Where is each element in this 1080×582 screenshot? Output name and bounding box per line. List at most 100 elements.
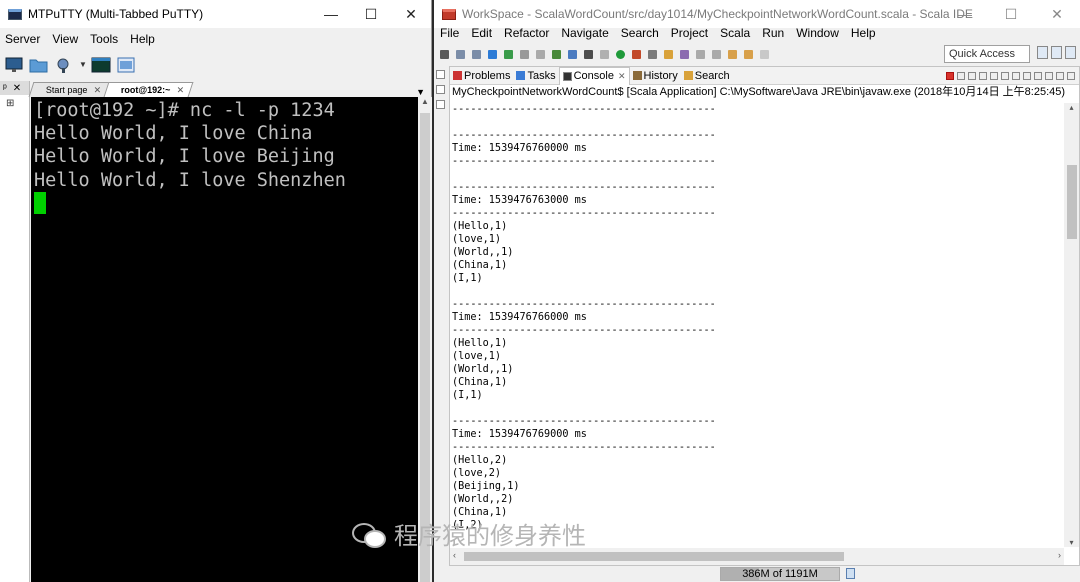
save-icon[interactable]	[456, 49, 465, 59]
forward-icon[interactable]	[760, 49, 769, 59]
tab-tasks[interactable]: Tasks	[513, 67, 558, 85]
terminal-cursor	[34, 191, 46, 214]
scrollbar-thumb[interactable]	[1067, 165, 1077, 239]
menu-file[interactable]: File	[434, 26, 465, 40]
menu-refactor[interactable]: Refactor	[498, 26, 555, 40]
minimize-button[interactable]: —	[311, 0, 351, 28]
display-console-icon[interactable]	[1034, 71, 1042, 80]
new-icon[interactable]	[440, 49, 449, 59]
scroll-up-icon[interactable]: ▴	[1064, 103, 1079, 112]
minimize-view-icon[interactable]	[1056, 71, 1064, 80]
close-button[interactable]: ✕	[391, 0, 431, 28]
console-line: ----------------------------------------…	[452, 182, 716, 193]
tree-expand-icon[interactable]: ⊞	[0, 95, 29, 109]
new-java-project-icon[interactable]	[536, 49, 545, 59]
menu-edit[interactable]: Edit	[465, 26, 498, 40]
menu-help[interactable]: Help	[845, 26, 882, 40]
remove-launch-icon[interactable]	[957, 71, 965, 80]
open-type-icon[interactable]	[648, 49, 657, 59]
new-package-icon[interactable]	[552, 49, 561, 59]
menu-navigate[interactable]: Navigate	[555, 26, 614, 40]
tab-close-icon[interactable]: ✕	[93, 85, 101, 96]
menu-search[interactable]: Search	[615, 26, 665, 40]
console-vertical-scrollbar[interactable]: ▴ ▾	[1064, 103, 1079, 547]
terminate-icon[interactable]	[946, 71, 954, 80]
pin-icon[interactable]: ᵖ	[3, 83, 7, 94]
scroll-left-icon[interactable]: ‹	[453, 550, 456, 560]
scroll-up-icon[interactable]: ▲	[418, 97, 432, 111]
menu-tools[interactable]: Tools	[84, 32, 124, 46]
window-layout-icon[interactable]	[116, 55, 136, 75]
search-icon[interactable]	[664, 49, 673, 59]
putty-titlebar[interactable]: MTPuTTY (Multi-Tabbed PuTTY) — ☐ ✕	[0, 0, 431, 28]
back-icon[interactable]	[744, 49, 753, 59]
open-perspective-icon[interactable]	[1037, 46, 1048, 59]
tab-search[interactable]: Search	[681, 67, 733, 85]
menu-view[interactable]: View	[46, 32, 84, 46]
server-tree-panel: ᵖ ✕ ⊞	[0, 81, 30, 582]
terminal-scrollbar[interactable]: ▲	[418, 97, 432, 582]
external-tools-icon[interactable]	[632, 49, 641, 59]
panel-close-icon[interactable]: ✕	[13, 83, 21, 94]
tab-close-icon[interactable]: ✕	[618, 71, 626, 82]
dropdown-arrow-icon[interactable]: ▼	[79, 60, 87, 70]
tab-list-dropdown-icon[interactable]: ▼	[416, 87, 425, 97]
pin-console-icon[interactable]	[1023, 71, 1031, 80]
menu-window[interactable]: Window	[790, 26, 845, 40]
next-annotation-icon[interactable]	[696, 49, 705, 59]
tab-history[interactable]: History	[630, 67, 681, 85]
clear-console-icon[interactable]	[979, 71, 987, 80]
terminal-window-icon[interactable]	[91, 55, 111, 75]
word-wrap-icon[interactable]	[1001, 71, 1009, 80]
scrollbar-thumb[interactable]	[420, 113, 430, 582]
run-icon[interactable]	[616, 49, 625, 59]
console-line: ----------------------------------------…	[452, 156, 716, 167]
coverage-icon[interactable]	[600, 49, 609, 59]
tab-root-session[interactable]: root@192:~ ✕	[103, 82, 194, 97]
save-all-icon[interactable]	[472, 49, 481, 59]
tab-console[interactable]: Console ✕	[558, 66, 630, 85]
restore-view-icon[interactable]	[436, 70, 445, 79]
garbage-collect-icon[interactable]	[846, 568, 855, 579]
outline-view-icon[interactable]	[436, 100, 445, 109]
terminal-screen[interactable]: [root@192 ~]# nc -l -p 1234 Hello World, …	[31, 97, 418, 582]
scala-perspective-icon[interactable]	[1065, 46, 1076, 59]
scroll-right-icon[interactable]: ›	[1058, 550, 1061, 560]
tab-start-page[interactable]: Start page ✕	[28, 82, 111, 97]
menu-project[interactable]: Project	[665, 26, 714, 40]
console-output[interactable]: ----------------------------------------…	[452, 103, 1050, 547]
menu-help[interactable]: Help	[124, 32, 161, 46]
menu-server[interactable]: Server	[0, 32, 46, 46]
console-line: (World,,1)	[452, 364, 514, 375]
package-explorer-icon[interactable]	[436, 85, 445, 94]
last-edit-icon[interactable]	[728, 49, 737, 59]
scroll-lock-icon[interactable]	[990, 71, 998, 80]
new-class-icon[interactable]	[568, 49, 577, 59]
maximize-button[interactable]: ☐	[351, 0, 391, 28]
terminal-icon[interactable]	[488, 49, 497, 59]
settings-wizard-icon[interactable]	[54, 55, 74, 75]
tab-problems[interactable]: Problems	[450, 67, 513, 85]
watermark: 程序猿的修身养性	[352, 516, 586, 551]
console-line: Time: 1539476760000 ms	[452, 143, 587, 154]
monitor-connect-icon[interactable]	[4, 55, 24, 75]
remove-all-terminated-icon[interactable]	[968, 71, 976, 80]
maximize-view-icon[interactable]	[1067, 71, 1075, 80]
annotation-icon[interactable]	[680, 49, 689, 59]
java-perspective-icon[interactable]	[1051, 46, 1062, 59]
open-console-icon[interactable]	[1045, 71, 1053, 80]
previous-annotation-icon[interactable]	[712, 49, 721, 59]
debug-icon[interactable]	[584, 49, 593, 59]
build-icon[interactable]	[504, 49, 513, 59]
heap-status[interactable]: 386M of 1191M	[720, 567, 840, 581]
show-on-output-icon[interactable]	[1012, 71, 1020, 80]
menu-scala[interactable]: Scala	[714, 26, 756, 40]
folder-open-icon[interactable]	[29, 55, 49, 75]
menu-run[interactable]: Run	[756, 26, 790, 40]
tab-close-icon[interactable]: ✕	[176, 85, 184, 96]
scrollbar-thumb[interactable]	[464, 552, 844, 561]
quick-access-input[interactable]: Quick Access	[944, 45, 1030, 63]
skip-breakpoints-icon[interactable]	[520, 49, 529, 59]
scroll-down-icon[interactable]: ▾	[1064, 538, 1079, 547]
